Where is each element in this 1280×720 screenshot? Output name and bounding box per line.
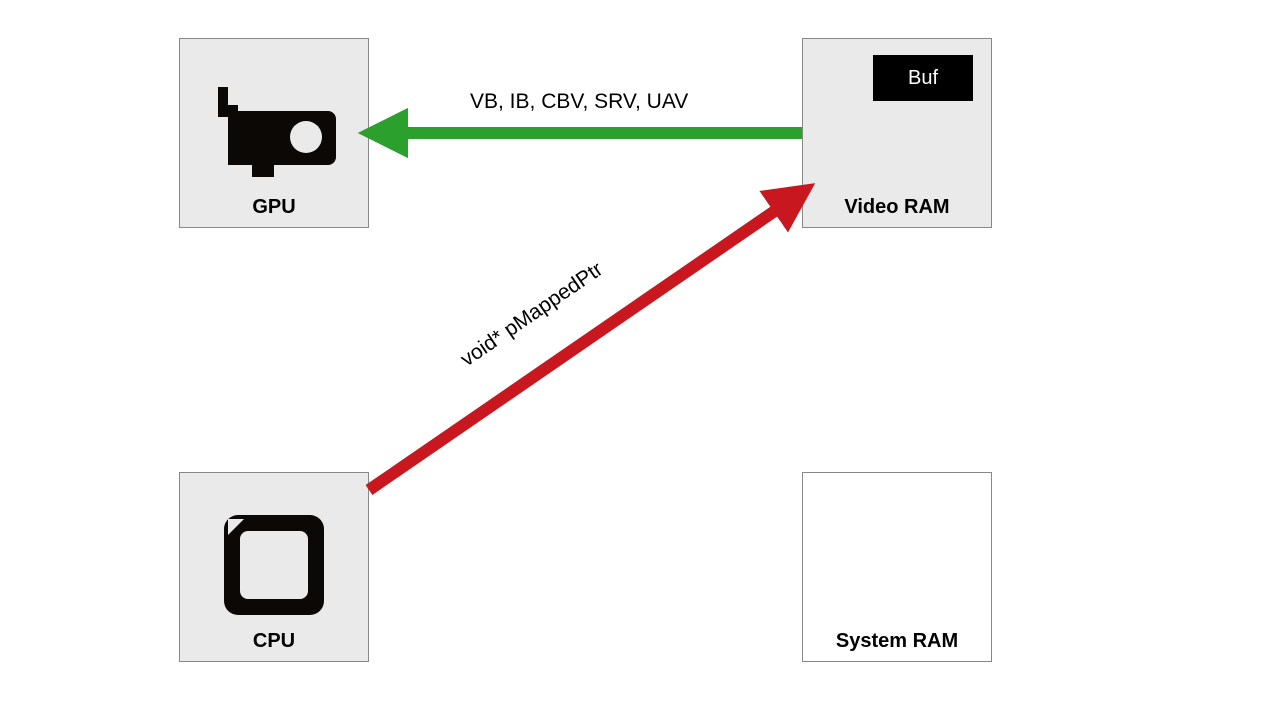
node-gpu: GPU — [179, 38, 369, 228]
node-cpu: CPU — [179, 472, 369, 662]
memory-diagram: GPU CPU Buf Video RAM System RAM — [0, 0, 1280, 720]
cpu-label: CPU — [180, 630, 368, 653]
buffer-chip-label: Buf — [908, 67, 938, 90]
buffer-chip: Buf — [873, 55, 973, 101]
cpu-chip-icon — [218, 509, 330, 626]
gpu-label: GPU — [180, 196, 368, 219]
green-arrow-label: VB, IB, CBV, SRV, UAV — [470, 90, 688, 114]
red-arrow-label: void* pMappedPtr — [456, 258, 607, 372]
video-ram-label: Video RAM — [803, 196, 991, 219]
gpu-card-icon — [210, 81, 338, 186]
system-ram-label: System RAM — [803, 630, 991, 653]
node-video-ram: Buf Video RAM — [802, 38, 992, 228]
arrow-cpu-to-vram — [369, 206, 782, 490]
node-system-ram: System RAM — [802, 472, 992, 662]
